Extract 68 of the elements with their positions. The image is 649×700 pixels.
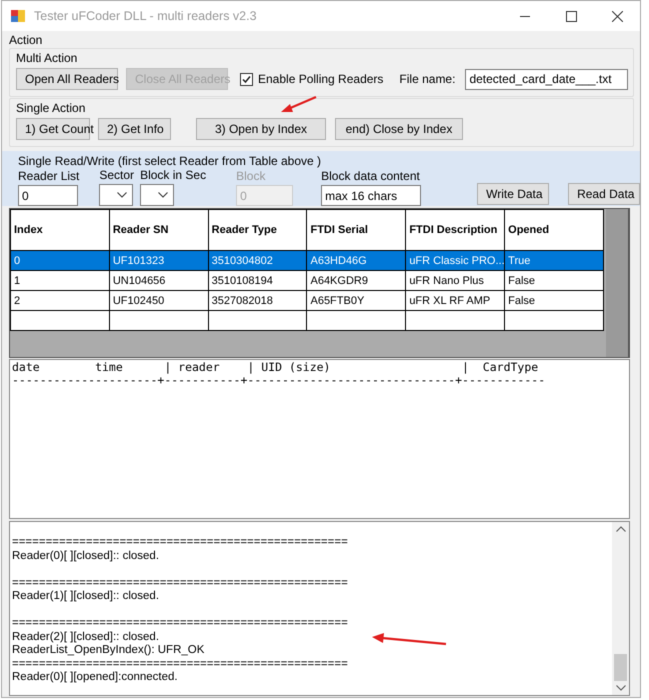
log-line: ReaderList_OpenByIndex(): UFR_OK <box>12 644 204 658</box>
scrollbar[interactable] <box>606 209 628 357</box>
block-in-sec-dropdown[interactable] <box>140 184 174 206</box>
annotation-arrow <box>281 96 316 112</box>
data-button[interactable]: Write Data <box>477 183 550 205</box>
table-cell: A63HD46G <box>306 250 406 270</box>
group-label: Multi Action <box>16 51 78 65</box>
field-label: Block in Sec <box>140 168 206 182</box>
section-label: Single Read/Write (first select Reader from Table above ) <box>18 154 322 168</box>
table-cell: 3510108194 <box>208 270 307 290</box>
log-line: Reader(2)[ ][closed]:: closed. <box>12 630 160 644</box>
app-icon <box>10 8 26 24</box>
reader-list-field[interactable]: 0 <box>18 185 78 206</box>
log-separator: ================================================== <box>12 617 348 630</box>
file-name-label: File name: <box>399 72 456 86</box>
block-data-field[interactable]: max 16 chars <box>321 185 422 206</box>
caret-icon <box>158 192 168 198</box>
table-cell: A64KGDR9 <box>306 270 406 290</box>
window-title: Tester uFCoder DLL - multi readers v2.3 <box>34 9 258 23</box>
table-cell: False <box>504 290 604 310</box>
table-cell: 2 <box>10 290 110 310</box>
check-icon <box>242 74 251 84</box>
table-cell: 0 <box>10 250 110 270</box>
single-action-button[interactable]: end) Close by Index <box>335 118 463 140</box>
table-cell: 3527082018 <box>208 290 307 310</box>
single-action-button[interactable]: 2) Get Info <box>98 118 171 140</box>
field-label: Reader List <box>18 169 80 183</box>
scroll-down-icon[interactable] <box>616 685 626 691</box>
table-cell: True <box>504 250 604 270</box>
column-header[interactable]: Index <box>10 210 110 250</box>
maximize-icon <box>566 10 576 22</box>
table-cell: uFR Classic PRO... <box>406 250 505 270</box>
log-separator: ================================================== <box>12 576 348 590</box>
sector-dropdown[interactable] <box>99 184 134 206</box>
table-cell: UN104656 <box>109 270 208 290</box>
section-label: Action <box>9 33 44 47</box>
log-separator: ================================================== <box>12 536 348 550</box>
list-header: date time | reader | UID (size) | CardType <box>12 361 540 374</box>
scroll-thumb[interactable] <box>614 654 627 681</box>
table-cell: 1 <box>10 270 110 290</box>
table-cell: 3510304802 <box>208 250 307 270</box>
file-name-field[interactable]: detected_card_date___.txt <box>465 68 628 90</box>
table-cell: False <box>504 270 604 290</box>
log-line: Reader(0)[ ][closed]:: closed. <box>12 550 160 563</box>
table-cell: UF101323 <box>109 250 208 270</box>
close-icon <box>612 10 622 22</box>
log-line: Reader(0)[ ][opened]:connected. <box>12 671 178 684</box>
group-label: Single Action <box>16 101 86 115</box>
field-label: Block data content <box>321 169 421 183</box>
table-cell: uFR Nano Plus <box>406 270 505 290</box>
single-action-button[interactable]: 3) Open by Index <box>196 118 326 140</box>
field-label: Sector <box>99 168 134 182</box>
log-separator: ================================================== <box>12 658 348 671</box>
scroll-up-icon[interactable] <box>616 526 626 532</box>
checkbox-box[interactable] <box>240 72 253 86</box>
caret-icon <box>117 192 128 198</box>
table-cell: UF102450 <box>109 290 208 310</box>
table-row[interactable]: 2 UF102450 3527082018 A65FTB0Y uFR XL RF AMP False <box>10 290 604 310</box>
data-button[interactable]: Read Data <box>568 183 640 205</box>
field-label: Block <box>236 169 266 183</box>
table-row[interactable]: 0 UF101323 3510304802 A63HD46G uFR Classic PRO... True <box>10 250 604 270</box>
table-cell: A65FTB0Y <box>306 290 406 310</box>
table-row[interactable]: 1 UN104656 3510108194 A64KGDR9 uFR Nano Plus False <box>10 270 604 290</box>
table-cell: uFR XL RF AMP <box>406 290 505 310</box>
multi-action-button[interactable]: Open All Readers <box>16 68 118 90</box>
log-line: Reader(1)[ ][closed]:: closed. <box>12 590 160 604</box>
scrollbar[interactable] <box>612 522 629 695</box>
list-header-rule: ---------------------+-----------+------------------------------+------------ <box>12 374 546 387</box>
